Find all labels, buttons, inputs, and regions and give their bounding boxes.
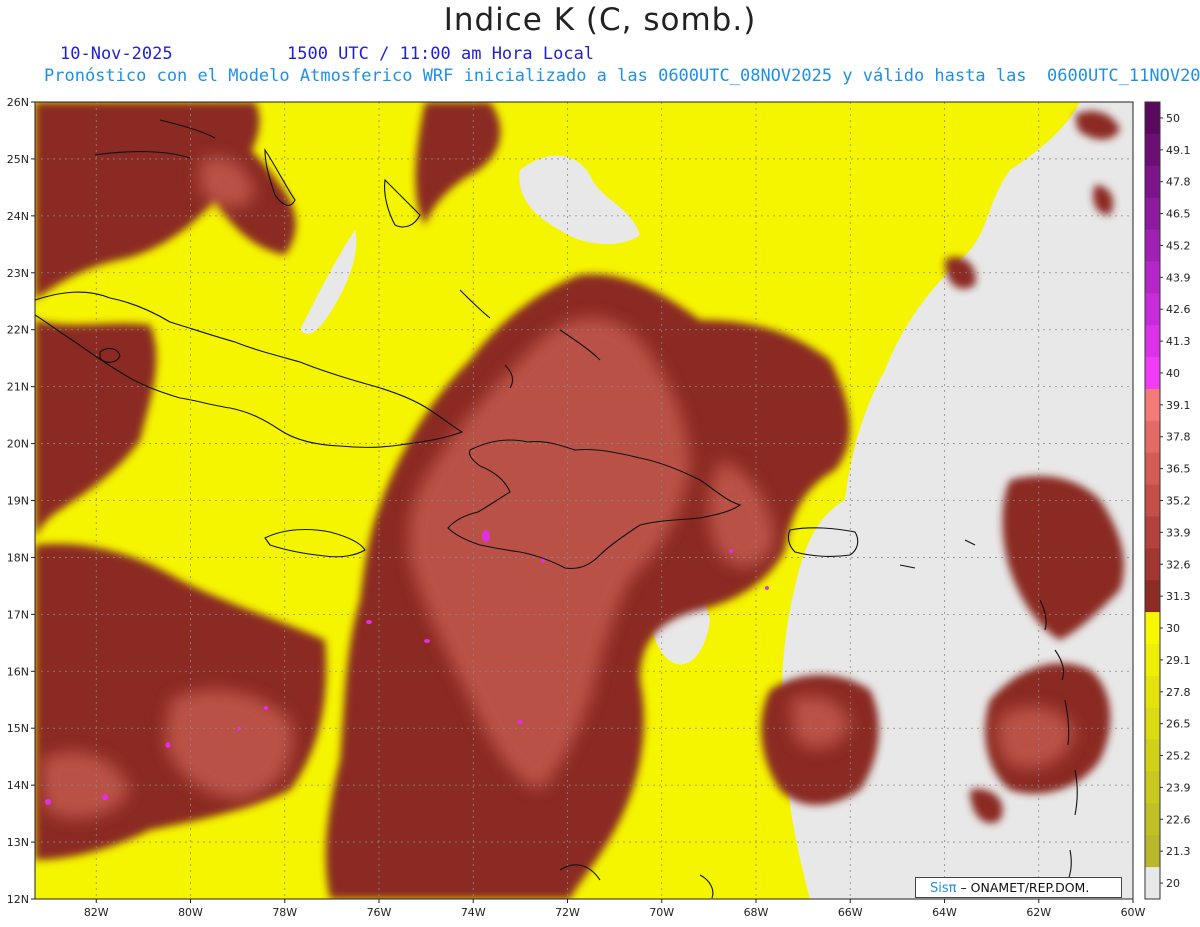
colorbar-swatch [1145,739,1160,772]
colorbar-label: 23.9 [1166,781,1191,794]
colorbar-swatch [1145,197,1160,231]
colorbar-label: 37.8 [1166,431,1191,444]
colorbar-label: 41.3 [1166,335,1191,348]
colorbar-label: 47.8 [1166,176,1191,189]
colorbar-label: 50 [1166,112,1180,125]
colorbar-swatch [1145,102,1160,135]
lon-tick-label: 82W [84,906,109,919]
colorbar-swatch [1145,803,1160,836]
colorbar-label: 42.6 [1166,303,1191,316]
lat-tick-label: 26N [7,96,29,109]
lon-tick-label: 70W [649,906,674,919]
lon-tick-label: 80W [178,906,203,919]
colorbar-swatch [1145,867,1160,900]
colorbar-label: 40 [1166,367,1180,380]
lat-tick-label: 23N [7,267,29,280]
lat-tick-label: 24N [7,210,29,223]
colorbar-swatch [1145,771,1160,804]
colorbar-swatch [1145,643,1160,677]
colorbar-swatch [1145,261,1160,294]
colorbar-label: 39.1 [1166,399,1191,412]
lat-tick-label: 14N [7,779,29,792]
colorbar-swatch [1145,229,1160,262]
colorbar-swatch [1145,548,1160,581]
credit-text: – ONAMET/REP.DOM. [956,880,1090,895]
lon-tick-label: 74W [461,906,486,919]
colorbar-swatch [1145,420,1160,454]
colorbar-label: 32.6 [1166,558,1191,571]
lat-tick-label: 22N [7,324,29,337]
colorbar-swatch [1145,293,1160,326]
colorbar-label: 27.8 [1166,686,1191,699]
colorbar-label: 35.2 [1166,495,1191,508]
sispi-logo: Sisπ [930,881,957,896]
colorbar-swatch [1145,707,1160,741]
colorbar-label: 21.3 [1166,845,1191,858]
colorbar-swatch [1145,133,1160,167]
colorbar-label: 25.2 [1166,750,1191,763]
colorbar-swatch [1145,484,1160,517]
k-index-field [35,102,1133,899]
colorbar-label: 29.1 [1166,654,1191,667]
lon-tick-label: 68W [744,906,769,919]
colorbar-swatch [1145,165,1160,199]
colorbar-swatch [1145,452,1160,486]
colorbar-swatch [1145,675,1160,709]
lat-tick-label: 19N [7,495,29,508]
lat-tick-label: 16N [7,665,29,678]
colorbar-label: 36.5 [1166,463,1191,476]
lat-tick-label: 20N [7,438,29,451]
colorbar-label: 43.9 [1166,271,1191,284]
lat-tick-label: 12N [7,893,29,906]
colorbar-swatch [1145,612,1160,645]
lon-tick-label: 62W [1026,906,1051,919]
colorbar-label: 20 [1166,877,1180,890]
colorbar-label: 46.5 [1166,208,1191,221]
colorbar-label: 22.6 [1166,813,1191,826]
longitude-labels: 82W 80W 78W 76W 74W 72W 70W 68W 66W 64W 62W 60W [84,906,1146,919]
lon-tick-label: 66W [838,906,863,919]
k-index-map: 26N 25N 24N 23N 22N 21N 20N 19N 18N 17N 16N 15N 14N 1… [7,96,1191,919]
colorbar-label: 33.9 [1166,526,1191,539]
lat-tick-label: 17N [7,608,29,621]
colorbar-swatch [1145,357,1160,390]
colorbar-swatch [1145,835,1160,868]
colorbar-swatch [1145,325,1160,358]
lat-tick-label: 18N [7,551,29,564]
lon-tick-label: 72W [555,906,580,919]
latitude-labels: 26N 25N 24N 23N 22N 21N 20N 19N 18N 17N 16N 15N 14N 1… [7,96,29,906]
colorbar-label: 30 [1166,622,1180,635]
colorbar-label: 26.5 [1166,718,1191,731]
colorbar: 50 49.1 47.8 46.5 45.2 43.9 42.6 41.3 40 39.1 37.8… [1144,101,1191,900]
lat-tick-label: 15N [7,722,29,735]
colorbar-swatch [1145,580,1160,613]
colorbar-label: 31.3 [1166,590,1191,603]
colorbar-swatch [1145,516,1160,549]
credit-box: Sisπ – ONAMET/REP.DOM. [915,877,1122,898]
lat-tick-label: 13N [7,836,29,849]
lon-tick-label: 60W [1121,906,1146,919]
colorbar-label: 45.2 [1166,239,1191,252]
lon-tick-label: 78W [272,906,297,919]
colorbar-swatch [1145,388,1160,422]
lon-tick-label: 76W [367,906,392,919]
lat-tick-label: 25N [7,153,29,166]
lon-tick-label: 64W [932,906,957,919]
colorbar-label: 49.1 [1166,144,1191,157]
lat-tick-label: 21N [7,381,29,394]
